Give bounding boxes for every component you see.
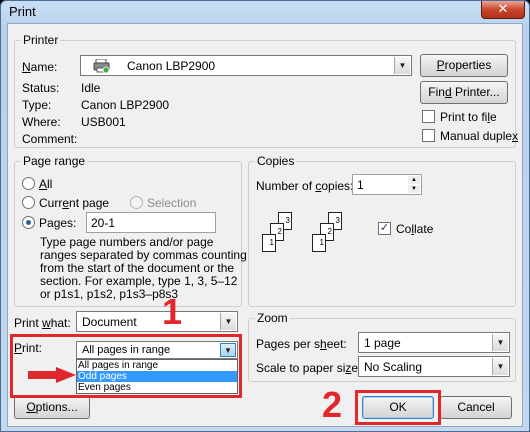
copies-value: 1: [357, 178, 364, 192]
copies-label: Number of copies:: [256, 179, 354, 193]
dialog-body: Printer Name: Canon LBP2900 ▼ Properties…: [7, 23, 523, 427]
step-number-1: 1: [162, 291, 183, 332]
print-highlight-box: [10, 334, 242, 398]
pages-radio[interactable]: [22, 216, 35, 229]
comment-label: Comment:: [22, 132, 78, 146]
collate-label: Collate: [396, 222, 434, 236]
selection-label: Selection: [147, 196, 197, 210]
page-sheet-icon: 1: [262, 234, 276, 252]
scale-value: No Scaling: [364, 360, 423, 374]
properties-button[interactable]: Properties: [420, 54, 508, 77]
print-what-label: Print what:: [14, 316, 71, 330]
type-label: Type:: [22, 98, 52, 112]
printer-name-label: Name:: [22, 60, 58, 74]
manual-duplex-checkbox[interactable]: [422, 129, 435, 142]
current-page-radio[interactable]: [22, 196, 35, 209]
window-title: Print: [9, 4, 36, 19]
scale-label: Scale to paper size:: [256, 361, 362, 375]
current-page-label: Current page: [39, 196, 110, 210]
chevron-down-icon[interactable]: ▼: [492, 358, 508, 375]
chevron-down-icon[interactable]: ▼: [492, 334, 508, 351]
help-line: or p1s1, p1s2, p1s3–p8s3: [40, 287, 179, 301]
printer-icon: [93, 58, 111, 74]
pages-per-sheet-label: Pages per sheet:: [256, 337, 347, 351]
pages-per-sheet-value: 1 page: [364, 336, 401, 350]
printer-name-select[interactable]: Canon LBP2900 ▼: [80, 55, 412, 76]
print-dialog: Print ✕ Printer Name: Canon LBP2900 ▼ Pr…: [0, 0, 530, 432]
page-range-help: Type page numbers and/or page ranges sep…: [40, 236, 247, 301]
pages-per-sheet-select[interactable]: 1 page ▼: [358, 332, 510, 353]
page-sheet-icon: 1: [312, 234, 326, 252]
chevron-down-icon[interactable]: ▼: [220, 313, 236, 330]
where-label: Where:: [22, 115, 61, 129]
pages-value: 20-1: [91, 216, 116, 230]
all-pages-label: All: [39, 177, 53, 191]
print-to-file-checkbox[interactable]: [422, 110, 435, 123]
page-range-group-title: Page range: [21, 154, 88, 168]
options-button[interactable]: Options...: [14, 396, 90, 419]
cancel-button[interactable]: Cancel: [440, 396, 512, 419]
copies-input[interactable]: 1 ▲ ▼: [352, 174, 422, 195]
print-to-file-label: Print to file: [440, 110, 497, 124]
spinner-down-icon[interactable]: ▼: [408, 185, 420, 193]
selection-radio[interactable]: [130, 196, 143, 209]
step-number-2: 2: [322, 384, 343, 425]
zoom-group-title: Zoom: [255, 311, 290, 325]
status-label: Status:: [22, 81, 60, 95]
print-what-value: Document: [82, 315, 137, 329]
printer-name-value: Canon LBP2900: [127, 59, 216, 73]
manual-duplex-label: Manual duplex: [440, 129, 519, 143]
chevron-down-icon[interactable]: ▼: [394, 57, 410, 74]
print-what-select[interactable]: Document ▼: [76, 311, 238, 332]
scale-select[interactable]: No Scaling ▼: [358, 356, 510, 377]
collate-checkbox[interactable]: ✓: [378, 222, 391, 235]
type-value: Canon LBP2900: [81, 98, 170, 112]
status-value: Idle: [81, 81, 101, 95]
close-button[interactable]: ✕: [481, 1, 525, 19]
ok-highlight-box: [355, 390, 441, 425]
all-pages-radio[interactable]: [22, 177, 35, 190]
where-value: USB001: [81, 115, 126, 129]
find-printer-button[interactable]: Find Printer...: [420, 81, 508, 104]
pages-label: Pages:: [39, 216, 77, 230]
arrow-right-icon: [28, 367, 76, 383]
printer-group-title: Printer: [21, 33, 61, 47]
copies-group-title: Copies: [255, 154, 297, 168]
pages-input[interactable]: 20-1: [86, 212, 216, 233]
spinner-up-icon[interactable]: ▲: [408, 176, 420, 184]
title-bar[interactable]: Print ✕: [1, 1, 529, 23]
